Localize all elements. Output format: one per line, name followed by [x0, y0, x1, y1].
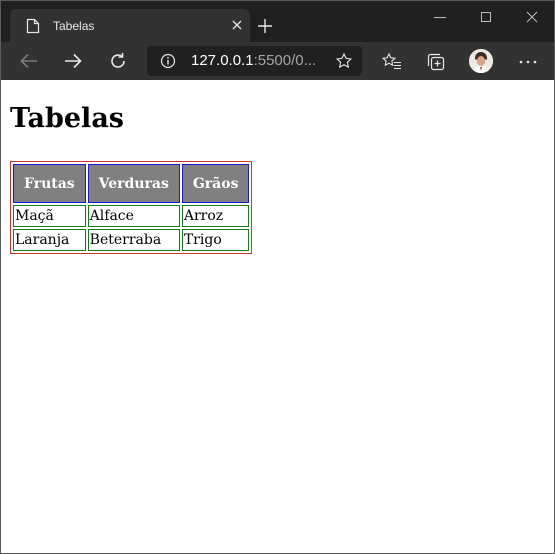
column-header-verduras: Verduras — [87, 164, 180, 203]
forward-arrow-icon[interactable] — [62, 50, 84, 72]
tab-strip: Tabelas — [1, 1, 554, 42]
profile-picture-icon — [469, 49, 493, 73]
back-arrow-icon[interactable] — [18, 50, 40, 72]
address-bar[interactable]: 127.0.0.1:5500/0... — [147, 46, 362, 76]
table-cell: Beterraba — [87, 229, 180, 251]
favorites-icon[interactable] — [381, 51, 403, 73]
more-icon[interactable] — [517, 51, 539, 73]
table-row: Laranja Beterraba Trigo — [13, 229, 250, 251]
page-heading: Tabelas — [10, 103, 125, 134]
table-cell: Alface — [87, 205, 180, 227]
column-header-frutas: Frutas — [13, 164, 86, 203]
browser-tab[interactable]: Tabelas — [10, 9, 250, 42]
table-cell: Arroz — [181, 205, 250, 227]
close-icon[interactable] — [229, 17, 245, 33]
url-path: :5500/0... — [253, 52, 317, 69]
table-cell: Trigo — [181, 229, 250, 251]
star-icon[interactable] — [335, 52, 353, 70]
url-host: 127.0.0.1 — [191, 52, 254, 69]
maximize-icon[interactable] — [476, 7, 496, 27]
page-content: Tabelas Frutas Verduras Grãos Maçã Alfac… — [1, 80, 554, 553]
info-icon[interactable] — [160, 53, 176, 69]
table-cell: Maçã — [13, 205, 86, 227]
table-cell: Laranja — [13, 229, 86, 251]
reload-icon[interactable] — [107, 50, 129, 72]
plus-icon[interactable] — [254, 15, 276, 37]
url-text[interactable]: 127.0.0.1:5500/0... — [191, 52, 316, 70]
data-table: Frutas Verduras Grãos Maçã Alface Arroz … — [10, 161, 253, 254]
avatar[interactable] — [469, 49, 493, 73]
table-header-row: Frutas Verduras Grãos — [13, 164, 250, 203]
page-icon — [26, 18, 40, 34]
column-header-graos: Grãos — [181, 164, 250, 203]
collections-icon[interactable] — [425, 51, 447, 73]
browser-window: Tabelas 127.0.0.1:5500/0... Tabelas Frut… — [0, 0, 555, 554]
tab-title: Tabelas — [53, 19, 95, 33]
table-row: Maçã Alface Arroz — [13, 205, 250, 227]
minimize-icon[interactable] — [430, 7, 450, 27]
window-close-icon[interactable] — [522, 7, 542, 27]
